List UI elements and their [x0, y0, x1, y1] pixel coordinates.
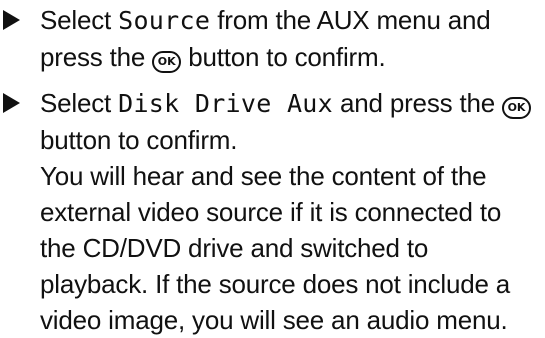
- triangle-right-icon: [3, 93, 20, 113]
- menu-item-source: Source: [118, 6, 211, 35]
- menu-item-disk-drive-aux: Disk Drive Aux: [118, 89, 334, 118]
- step-1-line2-prefix: press the: [40, 42, 153, 72]
- step-1-line-1: Select Source from the AUX menu and: [40, 2, 545, 39]
- step-2-line-2: button to confirm.: [40, 125, 238, 155]
- step-1-line-2: press the OK button to confirm.: [40, 39, 545, 75]
- result-line-3: the CD/DVD drive and switched to: [40, 233, 429, 263]
- result-line-4: playback. If the source does not include…: [40, 269, 511, 299]
- result-line-2: external video source if it is connected…: [40, 197, 502, 227]
- step-1-prefix: Select: [40, 5, 119, 35]
- result-line-1: You will hear and see the content of the: [40, 161, 487, 191]
- ok-button-icon: OK: [152, 51, 182, 73]
- step-2-line-1: Select Disk Drive Aux and press the OK: [40, 85, 545, 122]
- step-1-suffix: button to confirm.: [181, 42, 386, 72]
- triangle-right-icon: [3, 10, 20, 30]
- result-line-5: video image, you will see an audio menu.: [40, 305, 508, 335]
- step-2-middle: and press the: [333, 88, 503, 118]
- instruction-document: Select Source from the AUX menu and pres…: [0, 0, 545, 335]
- ok-button-icon: OK: [502, 97, 532, 119]
- step-2-prefix: Select: [40, 88, 119, 118]
- instruction-step-1: Select Source from the AUX menu and pres…: [0, 2, 545, 75]
- instruction-step-2: Select Disk Drive Aux and press the OK b…: [0, 85, 545, 338]
- step-1-middle: from the AUX menu and: [210, 5, 491, 35]
